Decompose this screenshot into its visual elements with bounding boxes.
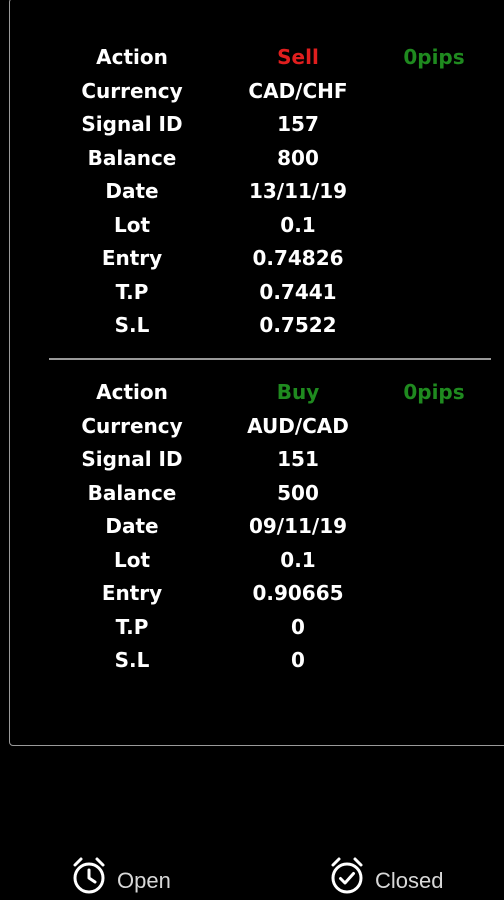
currency-row: Currency AUD/CAD bbox=[10, 410, 504, 444]
take-profit-value: 0 bbox=[291, 614, 305, 639]
signal-id-row: Signal ID 151 bbox=[10, 443, 504, 477]
take-profit-row: T.P 0.7441 bbox=[10, 276, 504, 310]
open-tab[interactable]: Open bbox=[71, 852, 171, 896]
currency-label: Currency bbox=[81, 413, 183, 438]
action-row: Action Buy 0pips bbox=[10, 376, 504, 410]
signals-panel: Action Sell 0pips Currency CAD/CHF Signa… bbox=[9, 0, 504, 746]
pips-value: 0pips bbox=[403, 45, 465, 69]
stop-loss-label: S.L bbox=[114, 313, 150, 337]
closed-tab-label: Closed bbox=[375, 868, 444, 893]
open-tab-label: Open bbox=[117, 868, 171, 893]
date-value: 09/11/19 bbox=[248, 514, 348, 538]
signal-id-label: Signal ID bbox=[81, 112, 183, 136]
entry-label: Entry bbox=[101, 581, 163, 605]
action-value: Buy bbox=[276, 380, 320, 404]
closed-tab[interactable]: Closed bbox=[329, 852, 443, 896]
stop-loss-value: 0.7522 bbox=[259, 313, 337, 337]
action-value: Sell bbox=[277, 45, 319, 69]
signal-id-value: 151 bbox=[277, 447, 319, 471]
balance-value: 500 bbox=[277, 480, 319, 505]
balance-label: Balance bbox=[87, 480, 177, 505]
lot-label: Lot bbox=[113, 547, 151, 572]
lot-label: Lot bbox=[113, 212, 151, 237]
signal-id-row: Signal ID 157 bbox=[10, 108, 504, 142]
entry-label: Entry bbox=[101, 246, 163, 270]
date-row: Date 09/11/19 bbox=[10, 510, 504, 544]
currency-value: CAD/CHF bbox=[248, 78, 348, 103]
take-profit-row: T.P 0 bbox=[10, 611, 504, 645]
date-row: Date 13/11/19 bbox=[10, 175, 504, 209]
stop-loss-row: S.L 0 bbox=[10, 644, 504, 678]
stop-loss-label: S.L bbox=[114, 648, 150, 672]
currency-label: Currency bbox=[81, 78, 183, 103]
entry-value: 0.90665 bbox=[252, 581, 344, 605]
signal-id-value: 157 bbox=[277, 112, 319, 136]
entry-value: 0.74826 bbox=[252, 246, 344, 270]
currency-value: AUD/CAD bbox=[247, 413, 349, 438]
signal-divider bbox=[49, 358, 491, 360]
action-label: Action bbox=[96, 380, 168, 404]
stop-loss-value: 0 bbox=[291, 648, 305, 672]
balance-label: Balance bbox=[87, 145, 177, 170]
signal-id-label: Signal ID bbox=[81, 447, 183, 471]
entry-row: Entry 0.90665 bbox=[10, 577, 504, 611]
date-value: 13/11/19 bbox=[248, 179, 348, 203]
take-profit-label: T.P bbox=[115, 614, 149, 639]
lot-value: 0.1 bbox=[280, 212, 316, 237]
take-profit-value: 0.7441 bbox=[259, 279, 337, 304]
lot-value: 0.1 bbox=[280, 547, 316, 572]
balance-value: 800 bbox=[277, 145, 319, 170]
lot-row: Lot 0.1 bbox=[10, 544, 504, 578]
balance-row: Balance 500 bbox=[10, 477, 504, 511]
alarm-clock-icon bbox=[73, 857, 105, 894]
balance-row: Balance 800 bbox=[10, 142, 504, 176]
stop-loss-row: S.L 0.7522 bbox=[10, 309, 504, 343]
pips-value: 0pips bbox=[403, 380, 465, 404]
take-profit-label: T.P bbox=[115, 279, 149, 304]
action-label: Action bbox=[96, 45, 168, 69]
date-label: Date bbox=[105, 514, 159, 538]
entry-row: Entry 0.74826 bbox=[10, 242, 504, 276]
action-row: Action Sell 0pips bbox=[10, 41, 504, 75]
date-label: Date bbox=[105, 179, 159, 203]
lot-row: Lot 0.1 bbox=[10, 209, 504, 243]
alarm-check-icon bbox=[331, 857, 363, 894]
currency-row: Currency CAD/CHF bbox=[10, 75, 504, 109]
